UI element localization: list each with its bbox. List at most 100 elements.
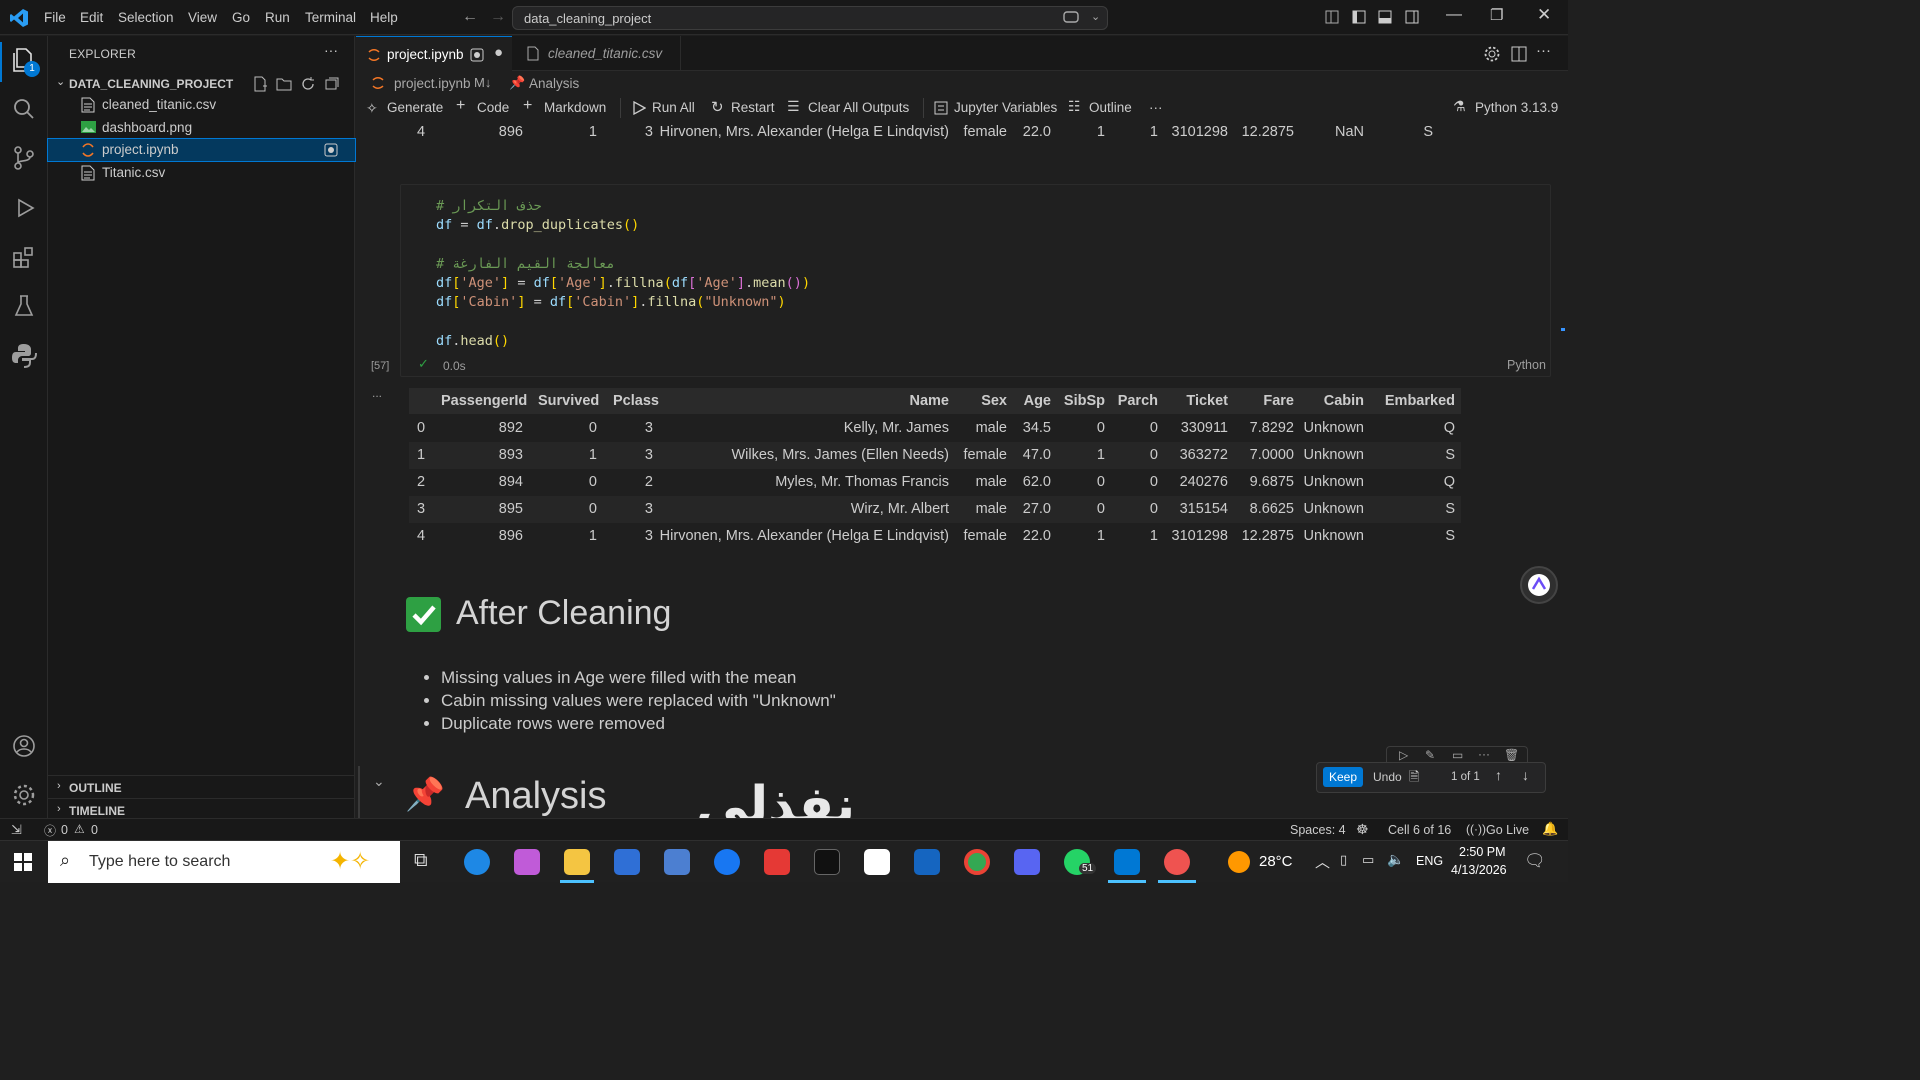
toggle-panel-icon[interactable] xyxy=(1378,10,1392,24)
windows-start-icon[interactable] xyxy=(14,853,32,871)
task-view-icon[interactable]: ⧉ xyxy=(414,850,428,872)
cell-position[interactable]: Cell 6 of 16 xyxy=(1388,823,1451,837)
app-red-icon[interactable] xyxy=(764,849,790,875)
new-file-icon[interactable] xyxy=(252,76,268,92)
restart-button[interactable]: Restart xyxy=(731,100,775,115)
source-control-icon[interactable] xyxy=(10,144,38,172)
discord-icon[interactable] xyxy=(1014,849,1040,875)
cell-more-icon[interactable]: ··· xyxy=(1478,747,1490,761)
notebook-settings-icon[interactable] xyxy=(1484,46,1500,62)
assistant-bubble-icon[interactable] xyxy=(1520,566,1558,604)
folder-header[interactable]: ⌄ DATA_CLEANING_PROJECT xyxy=(48,73,355,95)
temperature[interactable]: 28°C xyxy=(1259,853,1293,870)
outline-button[interactable]: Outline xyxy=(1089,100,1132,115)
outline-section[interactable]: › OUTLINE xyxy=(48,775,355,797)
customize-layout-icon[interactable] xyxy=(1325,10,1339,24)
command-center[interactable]: data_cleaning_project ⌄ xyxy=(512,6,1108,30)
whatsapp-icon[interactable]: 51 xyxy=(1064,849,1097,875)
clear-all-outputs-button[interactable]: Clear All Outputs xyxy=(808,100,909,115)
restore-icon[interactable]: ❐ xyxy=(1490,6,1503,24)
timeline-section[interactable]: › TIMELINE xyxy=(48,798,355,820)
close-icon[interactable]: ✕ xyxy=(1537,5,1551,25)
facebook-icon[interactable] xyxy=(714,849,740,875)
split-cell-icon[interactable]: ▭ xyxy=(1452,748,1463,762)
forward-arrow-icon[interactable]: → xyxy=(490,8,506,26)
go-live-button[interactable]: Go Live xyxy=(1486,823,1529,837)
outlook-icon[interactable] xyxy=(914,849,940,875)
chevron-down-icon[interactable]: ⌄ xyxy=(1091,10,1100,23)
app-paint-icon[interactable] xyxy=(1164,849,1190,875)
file-cleaned-titanic-csv[interactable]: cleaned_titanic.csv xyxy=(48,94,355,116)
arrow-up-icon[interactable]: ↑ xyxy=(1495,767,1502,783)
remote-icon[interactable]: ⇲ xyxy=(11,822,22,838)
tray-chevron-icon[interactable]: ︿ xyxy=(1315,851,1330,872)
edit-cell-icon[interactable]: ✎ xyxy=(1425,748,1435,762)
keep-button[interactable]: Keep xyxy=(1323,767,1364,787)
indentation-status[interactable]: Spaces: 4 xyxy=(1290,823,1346,837)
notification-center-icon[interactable]: 🗨 xyxy=(1524,851,1546,871)
output-more-button[interactable]: ... xyxy=(372,386,382,400)
weather-icon[interactable] xyxy=(1228,851,1250,873)
python-icon[interactable] xyxy=(10,341,38,369)
menu-help[interactable]: Help xyxy=(370,10,398,25)
app-dark-icon[interactable] xyxy=(814,849,840,875)
explorer-icon[interactable]: 1 xyxy=(10,46,40,77)
chrome-icon[interactable] xyxy=(964,849,990,875)
refresh-icon[interactable] xyxy=(300,76,316,92)
search-icon[interactable] xyxy=(10,95,38,123)
undo-button[interactable]: Undo xyxy=(1373,770,1402,784)
error-count[interactable]: 0 xyxy=(61,823,68,837)
testing-icon[interactable] xyxy=(10,292,38,320)
collapse-all-icon[interactable] xyxy=(324,76,340,92)
run-cell-icon[interactable]: ▷ xyxy=(1399,748,1408,762)
input-language[interactable]: ENG xyxy=(1416,854,1443,868)
tab-project-ipynb[interactable]: project.ipynb ● xyxy=(356,36,512,71)
run-all-button[interactable]: Run All xyxy=(652,100,695,115)
tray-device-icon[interactable]: ▯ xyxy=(1340,852,1347,868)
minimize-icon[interactable]: — xyxy=(1446,6,1462,24)
copilot-icon[interactable] xyxy=(514,849,540,875)
store-icon[interactable] xyxy=(614,849,640,875)
arrow-down-icon[interactable]: ↓ xyxy=(1522,767,1529,783)
toggle-primary-sidebar-icon[interactable] xyxy=(1352,10,1366,24)
file-explorer-icon[interactable] xyxy=(564,849,590,875)
back-arrow-icon[interactable]: ← xyxy=(462,8,478,26)
code-editor[interactable]: # حذف التكرار df = df.drop_duplicates() … xyxy=(436,197,810,351)
generate-button[interactable]: Generate xyxy=(387,100,443,115)
more-actions-icon[interactable]: ··· xyxy=(1536,42,1551,59)
breadcrumb-section[interactable]: Analysis xyxy=(529,76,579,91)
kernel-picker[interactable]: Python 3.13.9 xyxy=(1475,100,1558,115)
battery-icon[interactable]: ▭ xyxy=(1362,852,1374,868)
code-cell[interactable]: # حذف التكرار df = df.drop_duplicates() … xyxy=(400,184,1551,377)
explorer-more-icon[interactable]: ··· xyxy=(324,42,338,58)
notifications-icon[interactable]: 🔔 xyxy=(1542,821,1558,837)
menu-view[interactable]: View xyxy=(188,10,217,25)
accounts-icon[interactable] xyxy=(10,732,38,760)
clock-time[interactable]: 2:50 PM xyxy=(1459,845,1506,859)
breadcrumb-file[interactable]: project.ipynb xyxy=(394,76,471,91)
file-project-ipynb[interactable]: project.ipynb xyxy=(47,138,356,162)
file-titanic-csv[interactable]: Titanic.csv xyxy=(48,162,355,184)
warning-count[interactable]: 0 xyxy=(91,823,98,837)
mail-icon[interactable] xyxy=(664,849,690,875)
cell-language[interactable]: Python xyxy=(1507,358,1546,372)
copilot-status-icon[interactable]: ☸ xyxy=(1356,821,1369,838)
warning-icon[interactable]: ⚠ xyxy=(74,822,85,836)
dirty-dot-icon[interactable]: ● xyxy=(494,44,503,61)
clock-date[interactable]: 4/13/2026 xyxy=(1451,863,1507,877)
tab-cleaned-titanic-csv[interactable]: cleaned_titanic.csv xyxy=(513,36,681,71)
error-icon[interactable]: ⓧ xyxy=(44,822,56,839)
menu-terminal[interactable]: Terminal xyxy=(305,10,356,25)
menu-go[interactable]: Go xyxy=(232,10,250,25)
menu-file[interactable]: File xyxy=(44,10,66,25)
add-code-button[interactable]: Code xyxy=(477,100,509,115)
run-debug-icon[interactable] xyxy=(10,194,38,222)
volume-icon[interactable]: 🔈 xyxy=(1387,851,1404,868)
copilot-chat-icon[interactable] xyxy=(1063,11,1079,25)
toolbar-more-button[interactable]: ··· xyxy=(1149,100,1163,115)
manage-gear-icon[interactable] xyxy=(10,781,38,809)
new-folder-icon[interactable] xyxy=(276,76,292,92)
file-dashboard-png[interactable]: dashboard.png xyxy=(48,117,355,139)
vscode-taskbar-icon[interactable] xyxy=(1114,849,1140,875)
diff-file-icon[interactable]: 🗎 xyxy=(1409,768,1419,790)
